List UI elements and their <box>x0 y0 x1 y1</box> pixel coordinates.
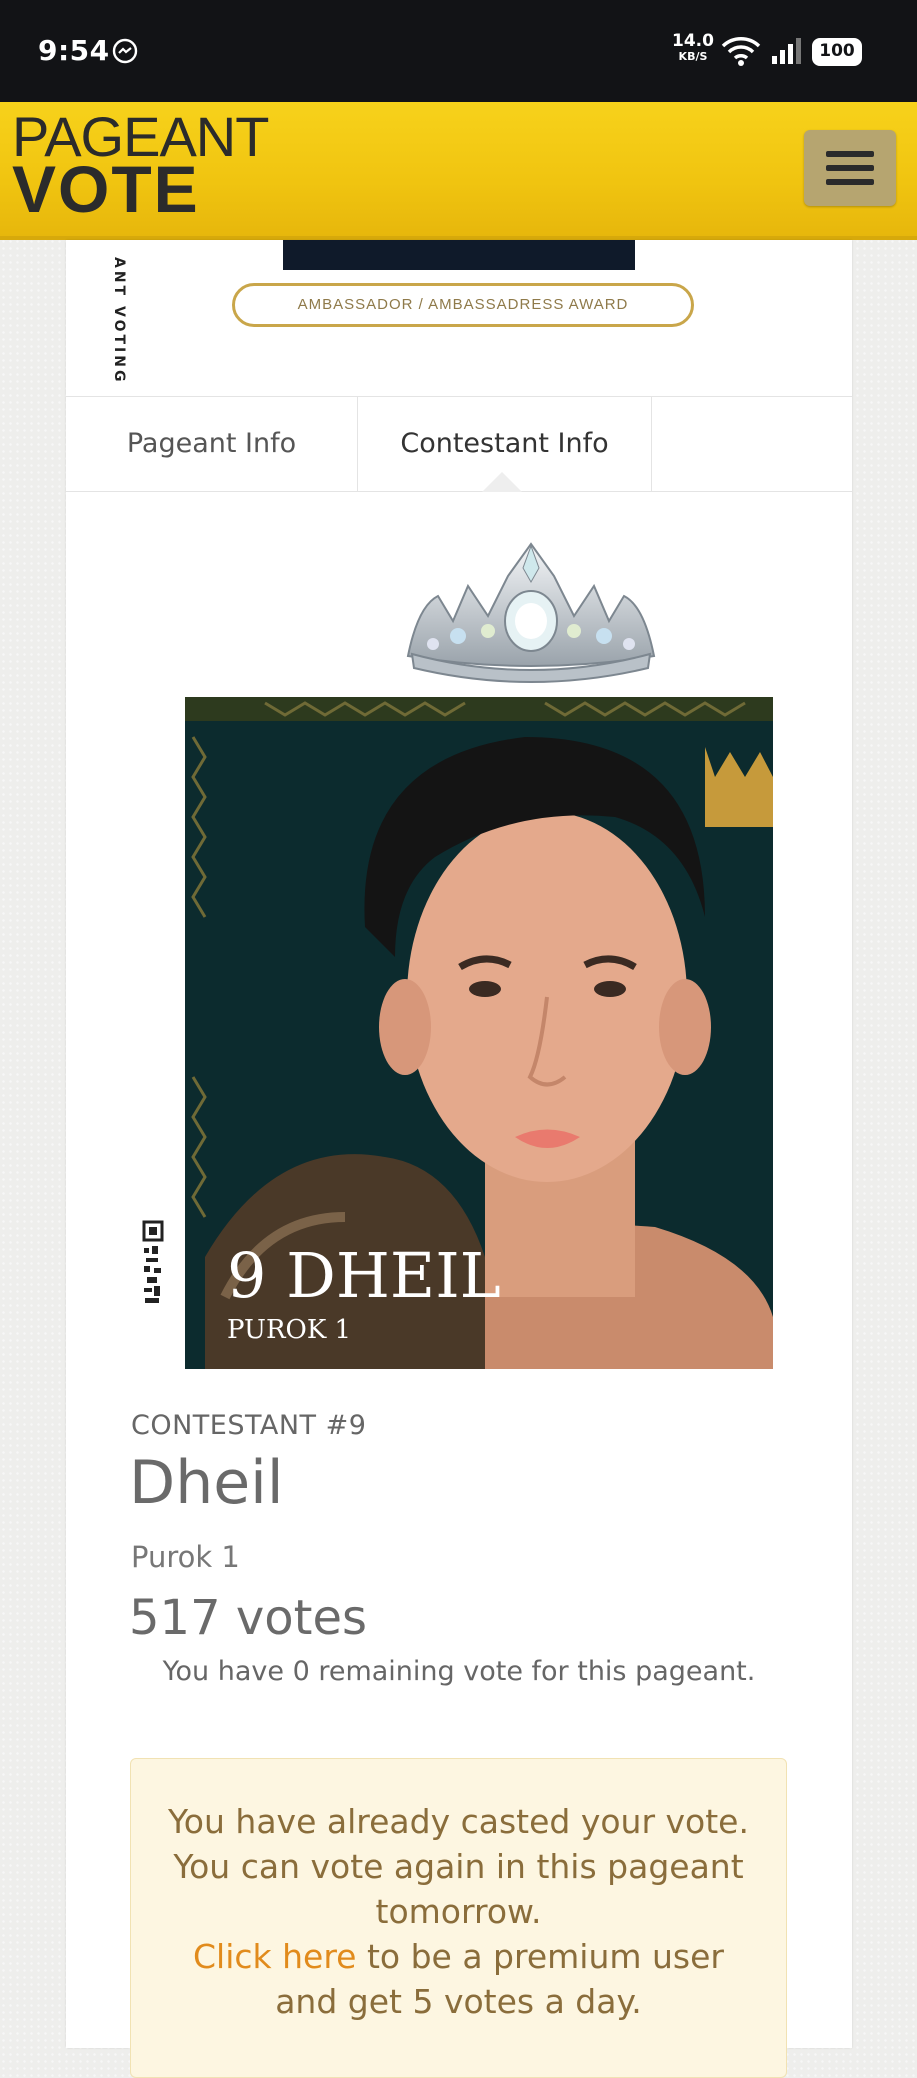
banner-side-label: ANT VOTING <box>111 257 126 383</box>
vote-count: 517 votes <box>129 1590 368 1646</box>
messenger-icon <box>112 38 138 64</box>
vote-status-alert: You have already casted your vote. You c… <box>130 1758 787 2078</box>
logo-line-2: VOTE <box>12 152 200 227</box>
award-badge: AMBASSADOR / AMBASSADRESS AWARD <box>232 283 694 327</box>
status-bar: 9:54 14.0 KB/S 100 <box>0 0 917 102</box>
qr-code-icon <box>142 1220 164 1303</box>
tab-pageant-info[interactable]: Pageant Info <box>66 397 358 491</box>
alert-message: You have already casted your vote. You c… <box>168 1802 749 1931</box>
signal-icon <box>772 38 801 64</box>
pageant-vote-logo[interactable]: PAGEANT VOTE <box>12 108 269 227</box>
hamburger-icon[interactable] <box>804 130 896 206</box>
contestant-place: Purok 1 <box>131 1540 240 1574</box>
premium-link[interactable]: Click here <box>193 1937 357 1976</box>
status-time: 9:54 <box>38 34 110 67</box>
remaining-votes-text: You have 0 remaining vote for this pagea… <box>162 1656 756 1687</box>
network-speed: 14.0 KB/S <box>672 31 714 64</box>
active-tab-caret <box>482 472 522 492</box>
site-header: PAGEANT VOTE <box>0 102 917 240</box>
photo-caption-place: PUROK 1 <box>227 1315 351 1345</box>
photo-caption-name: 9 DHEIL <box>227 1239 501 1312</box>
network-speed-unit: KB/S <box>678 50 708 63</box>
pageant-banner-image <box>283 240 635 270</box>
battery-icon: 100 <box>812 38 862 66</box>
info-tabs: Pageant Info Contestant Info <box>66 396 852 492</box>
crown-image <box>406 542 656 683</box>
network-speed-value: 14.0 <box>672 31 714 51</box>
contestant-number: CONTESTANT #9 <box>131 1410 367 1441</box>
contestant-name: Dheil <box>129 1448 284 1518</box>
wifi-icon <box>721 37 761 66</box>
banner-side-text: ANT VOTING <box>111 257 126 383</box>
contestant-photo: 9 DHEIL PUROK 1 <box>185 697 773 1369</box>
